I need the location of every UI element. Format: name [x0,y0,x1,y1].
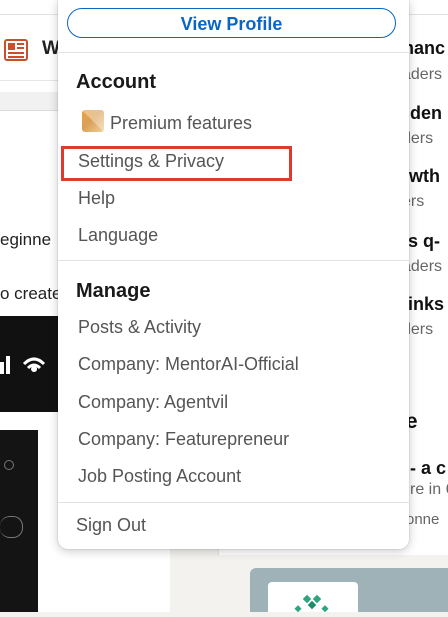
menu-item-company-agentvil[interactable]: Company: Agentvil [78,392,228,413]
item-subtext: re in 6 [410,481,448,498]
item-title[interactable]: - a c [410,458,446,479]
menu-divider [58,52,409,53]
menu-divider [58,260,409,261]
menu-item-premium-features[interactable]: Premium features [110,113,252,134]
profile-dropdown-menu: View Profile Account Premium features Se… [58,0,409,549]
sign-out-link[interactable]: Sign Out [76,515,146,536]
menu-item-language[interactable]: Language [78,225,158,246]
premium-badge-icon [82,110,104,132]
left-text-line: eginne [0,230,52,249]
menu-item-settings-privacy[interactable]: Settings & Privacy [78,151,224,172]
menu-divider [58,502,409,503]
pill-button-outline [0,516,23,538]
company-logo [268,582,358,613]
circle-icon [4,460,14,470]
item-subtext: onne [406,511,440,528]
menu-item-company-featurepreneur[interactable]: Company: Featurepreneur [78,429,289,450]
company-logo-icon [294,594,329,613]
menu-item-posts-activity[interactable]: Posts & Activity [78,317,201,338]
view-profile-button[interactable]: View Profile [67,8,396,38]
signal-wifi-icon [0,356,46,374]
manage-heading: Manage [76,280,151,302]
menu-item-company-mentorai[interactable]: Company: MentorAI-Official [78,354,299,375]
newsletter-icon[interactable] [4,38,28,62]
menu-item-job-posting-account[interactable]: Job Posting Account [78,466,241,487]
account-heading: Account [76,71,156,93]
menu-item-help[interactable]: Help [78,188,115,209]
left-text-line: o create [0,284,62,303]
